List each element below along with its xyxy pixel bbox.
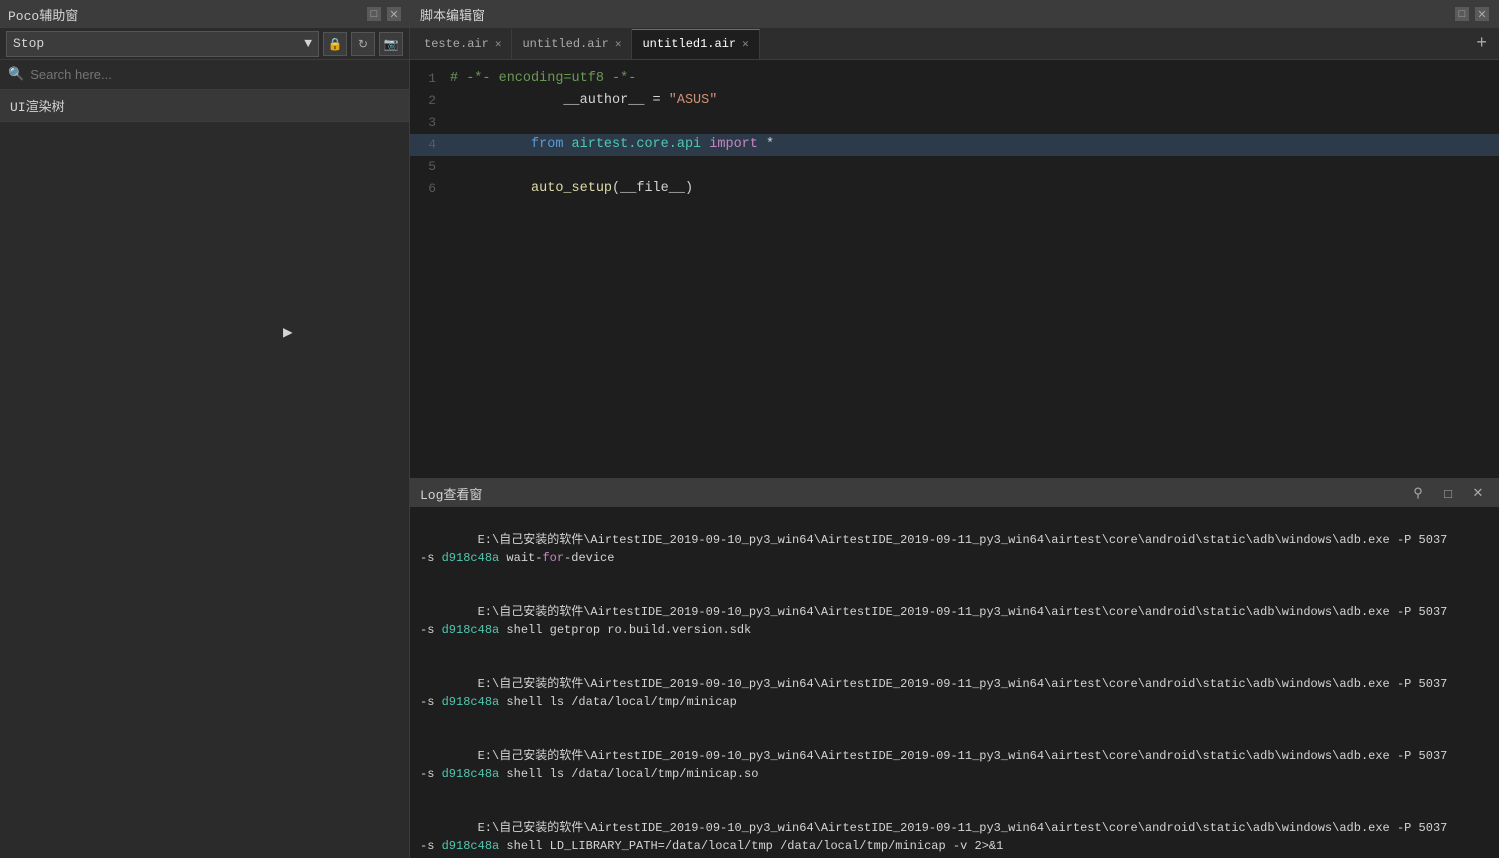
code-line-4: 4 from airtest.core.api import * — [410, 134, 1499, 156]
tab-bar: teste.air ✕ untitled.air ✕ untitled1.air… — [410, 28, 1499, 60]
line-number: 3 — [410, 112, 450, 134]
lock-button[interactable]: 🔒 — [323, 32, 347, 56]
code-line-2: 2 __author__ = "ASUS" — [410, 90, 1499, 112]
refresh-button[interactable]: ↻ — [351, 32, 375, 56]
restore-button[interactable]: □ — [367, 7, 381, 21]
editor-title-buttons: □ ✕ — [1455, 7, 1489, 21]
editor-restore-button[interactable]: □ — [1455, 7, 1469, 21]
stop-bar: Stop ▼ 🔒 ↻ 📷 — [0, 28, 409, 60]
log-title: Log查看窗 — [420, 484, 482, 503]
tab-close-icon[interactable]: ✕ — [615, 37, 622, 51]
log-close-button[interactable]: ✕ — [1467, 483, 1489, 503]
tab-untitled1[interactable]: untitled1.air ✕ — [632, 29, 759, 59]
log-line: E:\自己安装的软件\AirtestIDE_2019-09-10_py3_win… — [420, 513, 1489, 585]
editor-close-button[interactable]: ✕ — [1475, 7, 1489, 21]
editor-title-bar: 脚本编辑窗 □ ✕ — [410, 0, 1499, 28]
search-bar: 🔍 — [0, 60, 409, 90]
tab-close-icon[interactable]: ✕ — [495, 37, 502, 51]
ui-tree-label: UI渲染树 — [0, 90, 409, 122]
cursor-area: ▶ — [0, 122, 409, 858]
tab-label: untitled1.air — [642, 37, 736, 51]
tab-close-icon[interactable]: ✕ — [742, 37, 749, 51]
dropdown-arrow-icon: ▼ — [304, 36, 312, 51]
code-editor: 1 # -*- encoding=utf8 -*- 2 __author__ =… — [410, 60, 1499, 478]
code-line-6: 6 auto_setup(__file__) — [410, 178, 1499, 200]
right-panel: 脚本编辑窗 □ ✕ teste.air ✕ untitled.air ✕ unt… — [410, 0, 1499, 858]
add-tab-button[interactable]: + — [1464, 34, 1499, 54]
line-number: 4 — [410, 134, 450, 156]
line-number: 2 — [410, 90, 450, 112]
log-line: E:\自己安装的软件\AirtestIDE_2019-09-10_py3_win… — [420, 801, 1489, 858]
log-filter-button[interactable]: ⚲ — [1407, 483, 1429, 503]
log-line: E:\自己安装的软件\AirtestIDE_2019-09-10_py3_win… — [420, 729, 1489, 801]
log-section: Log查看窗 ⚲ □ ✕ E:\自己安装的软件\AirtestIDE_2019-… — [410, 478, 1499, 858]
log-content[interactable]: E:\自己安装的软件\AirtestIDE_2019-09-10_py3_win… — [410, 507, 1499, 858]
tab-label: teste.air — [424, 37, 489, 51]
tab-teste[interactable]: teste.air ✕ — [414, 29, 512, 59]
log-title-buttons: ⚲ □ ✕ — [1407, 483, 1489, 503]
left-panel-buttons: □ ✕ — [367, 7, 401, 21]
search-input[interactable] — [30, 67, 401, 82]
left-panel-title-bar: Poco辅助窗 □ ✕ — [0, 0, 409, 28]
search-icon: 🔍 — [8, 67, 24, 82]
log-line: E:\自己安装的软件\AirtestIDE_2019-09-10_py3_win… — [420, 657, 1489, 729]
left-panel: Poco辅助窗 □ ✕ Stop ▼ 🔒 ↻ 📷 🔍 UI渲染树 ▶ — [0, 0, 410, 858]
line-content: auto_setup(__file__) — [450, 156, 1499, 222]
log-title-bar: Log查看窗 ⚲ □ ✕ — [410, 479, 1499, 507]
editor-title: 脚本编辑窗 — [420, 5, 485, 24]
line-number: 5 — [410, 156, 450, 178]
screenshot-button[interactable]: 📷 — [379, 32, 403, 56]
tab-untitled[interactable]: untitled.air ✕ — [512, 29, 632, 59]
poco-title: Poco辅助窗 — [8, 5, 78, 24]
log-line: E:\自己安装的软件\AirtestIDE_2019-09-10_py3_win… — [420, 585, 1489, 657]
line-number: 1 — [410, 68, 450, 90]
log-restore-button[interactable]: □ — [1437, 483, 1459, 503]
line-number: 6 — [410, 178, 450, 200]
stop-dropdown[interactable]: Stop ▼ — [6, 31, 319, 57]
editor-section: 脚本编辑窗 □ ✕ teste.air ✕ untitled.air ✕ unt… — [410, 0, 1499, 478]
close-button[interactable]: ✕ — [387, 7, 401, 21]
stop-label: Stop — [13, 36, 44, 51]
tab-label: untitled.air — [522, 37, 608, 51]
mouse-cursor: ▶ — [283, 322, 293, 338]
